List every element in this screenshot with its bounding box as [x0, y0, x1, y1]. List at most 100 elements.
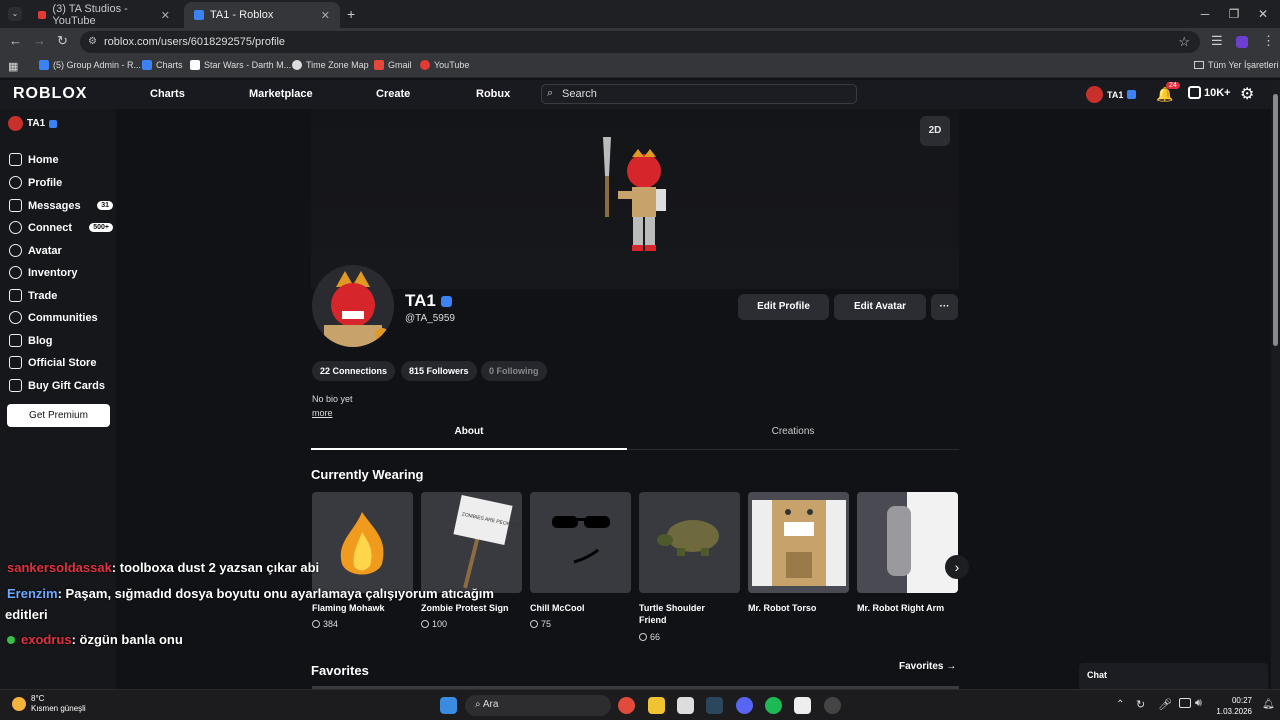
following-pill[interactable]: 0 Following: [481, 361, 547, 381]
item-card-mr-robot-torso[interactable]: [748, 492, 849, 593]
sidebar-item-trade[interactable]: Trade: [9, 289, 113, 302]
bookmark-group-admin[interactable]: (5) Group Admin - R...: [39, 60, 141, 70]
reading-list-icon[interactable]: ☰: [1211, 33, 1223, 49]
volume-icon[interactable]: 🔊︎: [1195, 697, 1202, 710]
page-scrollbar[interactable]: [1271, 80, 1280, 689]
windows-start-icon[interactable]: [440, 697, 457, 714]
item-name[interactable]: Mr. Robot Right Arm: [857, 602, 961, 614]
item-name[interactable]: Mr. Robot Torso: [748, 602, 852, 614]
tab-creations[interactable]: Creations: [627, 426, 959, 437]
settings-gear-icon[interactable]: ⚙: [1240, 84, 1254, 104]
item-card-mr-robot-right-arm[interactable]: [857, 492, 958, 593]
close-tab-icon[interactable]: ✕: [161, 9, 170, 22]
bookmark-star-icon[interactable]: ☆: [1178, 34, 1190, 50]
item-name[interactable]: Flaming Mohawk: [312, 602, 416, 614]
url-input[interactable]: ⚙ roblox.com/users/6018292575/profile ☆: [80, 31, 1200, 53]
tab-search-icon[interactable]: ⌄: [8, 7, 22, 21]
sidebar-item-home[interactable]: Home: [9, 153, 113, 166]
bookmark-label: Star Wars - Darth M...: [204, 60, 292, 70]
bookmark-time-zone[interactable]: Time Zone Map: [292, 60, 369, 70]
chat-widget[interactable]: Chat: [1079, 663, 1268, 689]
bookmarks-bar: ▦ (5) Group Admin - R... Charts Star War…: [0, 56, 1280, 78]
avatar-viewport[interactable]: 2D: [311, 109, 959, 289]
nav-charts[interactable]: Charts: [150, 88, 185, 100]
chrome-icon[interactable]: [618, 697, 635, 714]
followers-pill[interactable]: 815 Followers: [401, 361, 477, 381]
reload-icon[interactable]: ↻: [57, 33, 68, 49]
weather-widget[interactable]: 8°C Kısmen güneşli: [12, 694, 86, 714]
sidebar-user[interactable]: TA1: [8, 116, 58, 131]
carousel-next-button[interactable]: ›: [945, 555, 969, 579]
more-options-button[interactable]: ···: [931, 294, 958, 320]
close-window-icon[interactable]: ✕: [1246, 0, 1280, 28]
roblox-logo[interactable]: ROBLOX: [13, 85, 87, 103]
scrollbar-thumb[interactable]: [1273, 94, 1278, 346]
edit-avatar-button[interactable]: Edit Avatar: [834, 294, 926, 320]
bookmark-star-wars[interactable]: Star Wars - Darth M...: [190, 60, 291, 70]
sidebar-item-connect[interactable]: Connect 500+: [9, 221, 113, 234]
youtube-icon: [420, 60, 430, 70]
robux-balance[interactable]: 10K+: [1188, 86, 1231, 99]
notification-center-icon[interactable]: 🔔︎: [1262, 699, 1275, 710]
back-icon[interactable]: ←: [9, 33, 22, 48]
extension-icon[interactable]: [1236, 36, 1248, 48]
capcut-icon[interactable]: [794, 697, 811, 714]
search-input[interactable]: ⌕ Search: [541, 84, 857, 104]
search-placeholder: Search: [562, 88, 597, 100]
roblox-icon: [194, 10, 204, 20]
clock-date: 1.03.2026: [1216, 707, 1252, 716]
sidebar-item-messages[interactable]: Messages 31: [9, 199, 113, 212]
bookmark-youtube[interactable]: YouTube: [420, 60, 469, 70]
item-card-zombie-protest-sign[interactable]: ZOMBIES ARE PEOPLE TOO!: [421, 492, 522, 593]
tray-sync-icon[interactable]: ↻: [1136, 698, 1145, 711]
discord-icon[interactable]: [736, 697, 753, 714]
steam-icon[interactable]: [706, 697, 723, 714]
file-explorer-icon[interactable]: [648, 697, 665, 714]
clock[interactable]: 00:27 1.03.2026: [1212, 695, 1252, 717]
microphone-icon[interactable]: 🎤︎: [1158, 698, 1172, 711]
tab-youtube[interactable]: (3) TA Studios - YouTube ✕: [28, 2, 180, 28]
tray-chevron-icon[interactable]: ⌃: [1116, 699, 1124, 710]
sidebar-item-official-store[interactable]: Official Store: [9, 356, 113, 369]
sidebar-item-avatar[interactable]: Avatar: [9, 244, 113, 257]
sidebar-item-communities[interactable]: Communities: [9, 311, 113, 324]
spotify-icon[interactable]: [765, 697, 782, 714]
nav-robux[interactable]: Robux: [476, 88, 510, 100]
tab-roblox[interactable]: TA1 - Roblox ✕: [184, 2, 340, 28]
nav-marketplace[interactable]: Marketplace: [249, 88, 313, 100]
sidebar-item-blog[interactable]: Blog: [9, 334, 113, 347]
item-price: 66: [639, 632, 660, 642]
item-name[interactable]: Turtle Shoulder Friend: [639, 602, 729, 626]
obs-icon[interactable]: [824, 697, 841, 714]
nav-create[interactable]: Create: [376, 88, 410, 100]
store-icon[interactable]: [677, 697, 694, 714]
item-card-flaming-mohawk[interactable]: [312, 492, 413, 593]
bio-more-link[interactable]: more: [312, 408, 333, 418]
header-user[interactable]: TA1: [1086, 86, 1137, 103]
menu-icon[interactable]: ⋮: [1262, 33, 1275, 49]
item-name[interactable]: Chill McCool: [530, 602, 634, 614]
sidebar-item-gift-cards[interactable]: Buy Gift Cards: [9, 379, 113, 392]
taskbar-search-input[interactable]: ⌕ Ara: [465, 695, 611, 716]
toggle-2d-button[interactable]: 2D: [920, 116, 950, 146]
new-tab-icon[interactable]: +: [347, 6, 355, 22]
favorites-link[interactable]: Favorites →: [899, 661, 956, 672]
forward-icon[interactable]: →: [33, 33, 46, 48]
close-tab-icon[interactable]: ✕: [321, 9, 330, 22]
item-card-turtle-shoulder-friend[interactable]: [639, 492, 740, 593]
network-icon[interactable]: [1179, 698, 1191, 708]
sidebar-item-inventory[interactable]: Inventory: [9, 266, 113, 279]
get-premium-button[interactable]: Get Premium: [7, 404, 110, 427]
item-name[interactable]: Zombie Protest Sign: [421, 602, 525, 614]
bookmark-gmail[interactable]: Gmail: [374, 60, 412, 70]
all-bookmarks[interactable]: Tüm Yer İşaretleri: [1194, 60, 1279, 70]
robot-arm-image: [857, 492, 958, 593]
apps-icon[interactable]: ▦: [8, 60, 18, 73]
site-info-icon[interactable]: ⚙: [88, 36, 97, 47]
sidebar-item-profile[interactable]: Profile: [9, 176, 113, 189]
tab-about[interactable]: About: [311, 426, 627, 437]
edit-profile-button[interactable]: Edit Profile: [738, 294, 829, 320]
connections-pill[interactable]: 22 Connections: [312, 361, 396, 381]
item-card-chill-mccool[interactable]: [530, 492, 631, 593]
bookmark-charts[interactable]: Charts: [142, 60, 183, 70]
